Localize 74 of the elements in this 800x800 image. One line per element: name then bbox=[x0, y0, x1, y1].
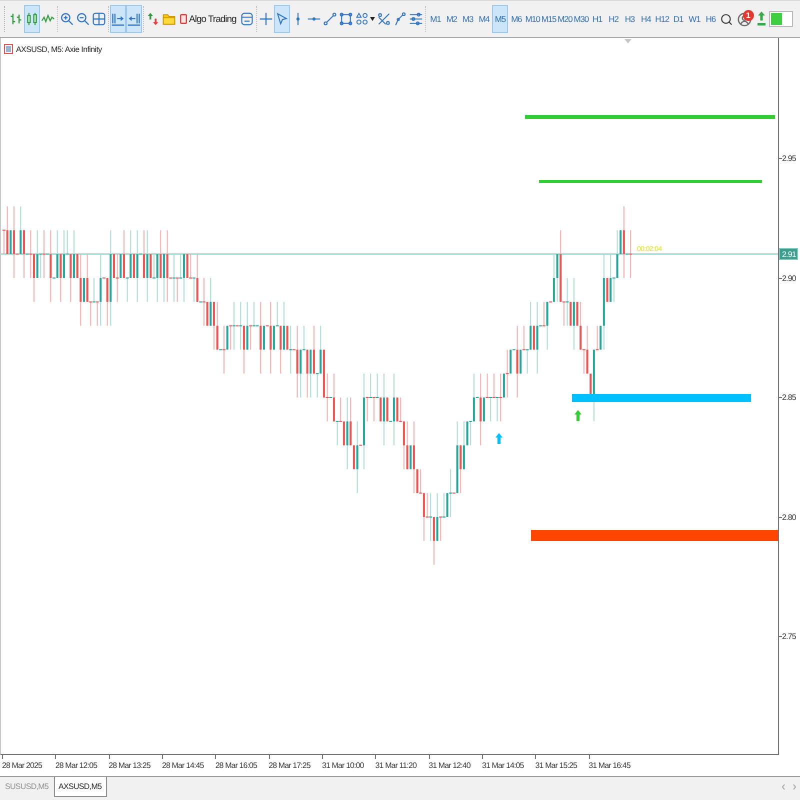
timeframe-button[interactable]: W1 bbox=[686, 5, 703, 33]
angled-line-icon bbox=[393, 12, 408, 26]
crosshair-icon bbox=[259, 12, 274, 26]
timeframe-button[interactable]: M30 bbox=[573, 5, 590, 33]
chart-title: AXSUSD, M5: Axie Infinity bbox=[16, 44, 102, 54]
trend-line-icon bbox=[323, 12, 338, 26]
time-axis-label: 31 Mar 15:25 bbox=[535, 755, 578, 771]
candlestick-chart-button[interactable] bbox=[24, 5, 40, 33]
timeframe-button[interactable]: M6 bbox=[508, 5, 524, 33]
caret-down-icon bbox=[370, 17, 376, 21]
chevron-right-icon bbox=[793, 784, 796, 790]
timeframe-button[interactable]: H3 bbox=[622, 5, 638, 33]
triangle-marker-icon bbox=[624, 39, 632, 44]
toggle-switch-icon bbox=[769, 11, 794, 27]
chart-shift-button[interactable] bbox=[110, 5, 126, 33]
auto-scroll-icon bbox=[127, 12, 141, 26]
chart-tab[interactable]: AXSUSD,M5 bbox=[54, 777, 107, 797]
line-chart-icon bbox=[41, 12, 55, 26]
window-icon bbox=[240, 12, 254, 26]
crossed-lines-icon bbox=[377, 12, 392, 26]
time-axis-label: 31 Mar 12:40 bbox=[428, 755, 470, 771]
price-axis-label: 2.95 bbox=[779, 154, 796, 163]
time-axis-label: 28 Mar 12:05 bbox=[55, 755, 98, 771]
price-axis-label: 2.75 bbox=[779, 632, 796, 642]
cursor-button[interactable] bbox=[274, 5, 290, 33]
time-axis-label: 31 Mar 16:45 bbox=[588, 755, 630, 771]
algo-trading-button[interactable]: Algo Trading bbox=[177, 5, 240, 33]
zoom-out-icon bbox=[76, 12, 90, 26]
timeframe-button[interactable]: M20 bbox=[556, 5, 574, 33]
timeframe-button[interactable]: H1 bbox=[589, 5, 606, 33]
current-price-label: 2.91 bbox=[779, 248, 798, 260]
rectangle-icon bbox=[339, 12, 354, 26]
timeframe-button[interactable]: M2 bbox=[444, 5, 460, 33]
notifications-button[interactable]: 1 bbox=[734, 5, 755, 33]
folder-icon bbox=[162, 12, 176, 26]
timeframe-button[interactable]: M1 bbox=[427, 5, 444, 33]
time-axis-label: 28 Mar 13:25 bbox=[108, 755, 150, 771]
upload-arrow-icon bbox=[757, 11, 766, 27]
time-axis-label: 31 Mar 14:05 bbox=[482, 755, 524, 771]
time-axis-label: 31 Mar 10:00 bbox=[322, 755, 364, 771]
time-axis-label: 28 Mar 17:25 bbox=[268, 755, 310, 771]
time-axis-label: 31 Mar 11:20 bbox=[375, 755, 416, 771]
timeframe-button[interactable]: M3 bbox=[460, 5, 476, 33]
time-axis-label: 28 Mar 14:45 bbox=[162, 755, 204, 771]
up-down-arrows-icon bbox=[146, 12, 160, 26]
time-axis-label: 28 Mar 16:05 bbox=[215, 755, 258, 771]
bar-chart-icon bbox=[9, 12, 23, 26]
auto-scroll-button[interactable] bbox=[126, 5, 142, 33]
grid-icon bbox=[92, 12, 106, 26]
zoom-in-icon bbox=[60, 12, 74, 26]
search-icon bbox=[720, 12, 734, 26]
timeframe-button[interactable]: M15 bbox=[540, 5, 557, 33]
candlestick-icon bbox=[25, 12, 39, 26]
price-axis-label: 2.80 bbox=[779, 512, 796, 522]
shapes-icon bbox=[355, 12, 370, 26]
price-axis-label: 2.85 bbox=[779, 393, 796, 402]
cursor-icon bbox=[275, 12, 290, 26]
timeframe-button[interactable]: M5 bbox=[492, 5, 508, 33]
timeframe-button[interactable]: H12 bbox=[654, 5, 670, 33]
timeframe-button[interactable]: H2 bbox=[605, 5, 622, 33]
timeframe-button[interactable]: D1 bbox=[670, 5, 686, 33]
list-icon bbox=[409, 12, 424, 26]
price-axis-label: 2.90 bbox=[779, 274, 796, 283]
chart-tab[interactable]: SUSUSD,M5 bbox=[0, 777, 54, 797]
chevron-left-icon bbox=[782, 784, 785, 790]
timeframe-button[interactable]: H6 bbox=[702, 5, 719, 33]
timeframe-button[interactable]: M4 bbox=[476, 5, 492, 33]
notification-badge: 1 bbox=[742, 10, 754, 21]
window-icon bbox=[4, 44, 13, 54]
time-axis-label: 28 Mar 2025 bbox=[2, 755, 42, 771]
timeframe-button[interactable]: H4 bbox=[638, 5, 654, 33]
user-circle-icon bbox=[737, 12, 752, 26]
timeframe-button[interactable]: M10 bbox=[524, 5, 541, 33]
chart-shift-icon bbox=[111, 12, 125, 26]
